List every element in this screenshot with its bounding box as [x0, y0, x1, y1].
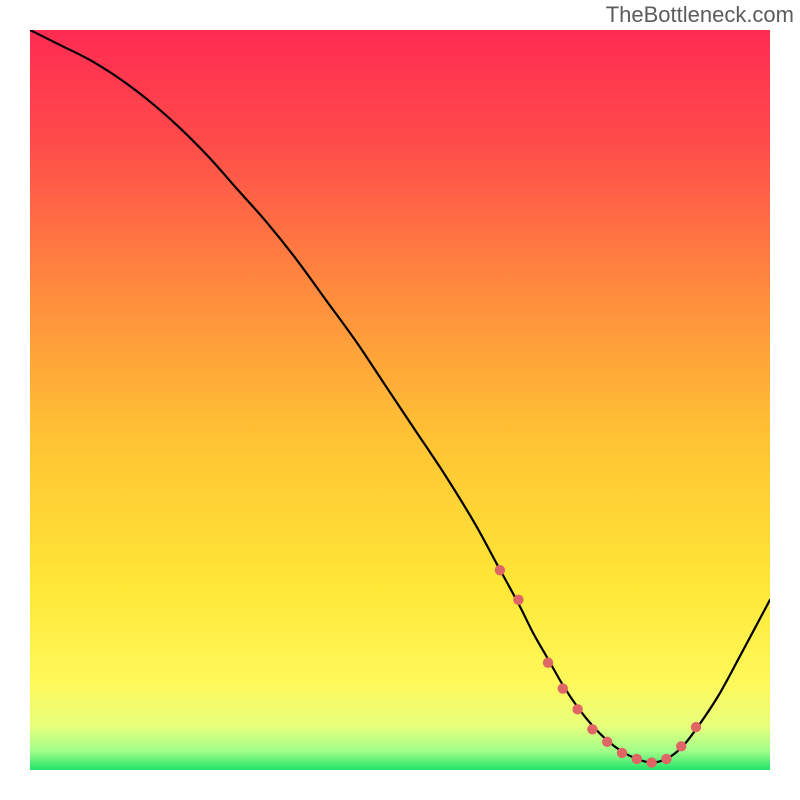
curve-marker	[646, 757, 656, 767]
curve-marker	[587, 724, 597, 734]
curve-marker	[572, 704, 582, 714]
gradient-background	[30, 30, 770, 770]
curve-marker	[495, 565, 505, 575]
curve-marker	[632, 754, 642, 764]
curve-marker	[661, 754, 671, 764]
plot-area	[30, 30, 770, 770]
bottleneck-chart	[30, 30, 770, 770]
curve-marker	[602, 737, 612, 747]
chart-frame: TheBottleneck.com	[0, 0, 800, 800]
curve-marker	[691, 722, 701, 732]
curve-marker	[617, 748, 627, 758]
curve-marker	[558, 683, 568, 693]
curve-marker	[676, 741, 686, 751]
watermark-label: TheBottleneck.com	[606, 2, 794, 28]
curve-marker	[543, 658, 553, 668]
curve-marker	[513, 595, 523, 605]
